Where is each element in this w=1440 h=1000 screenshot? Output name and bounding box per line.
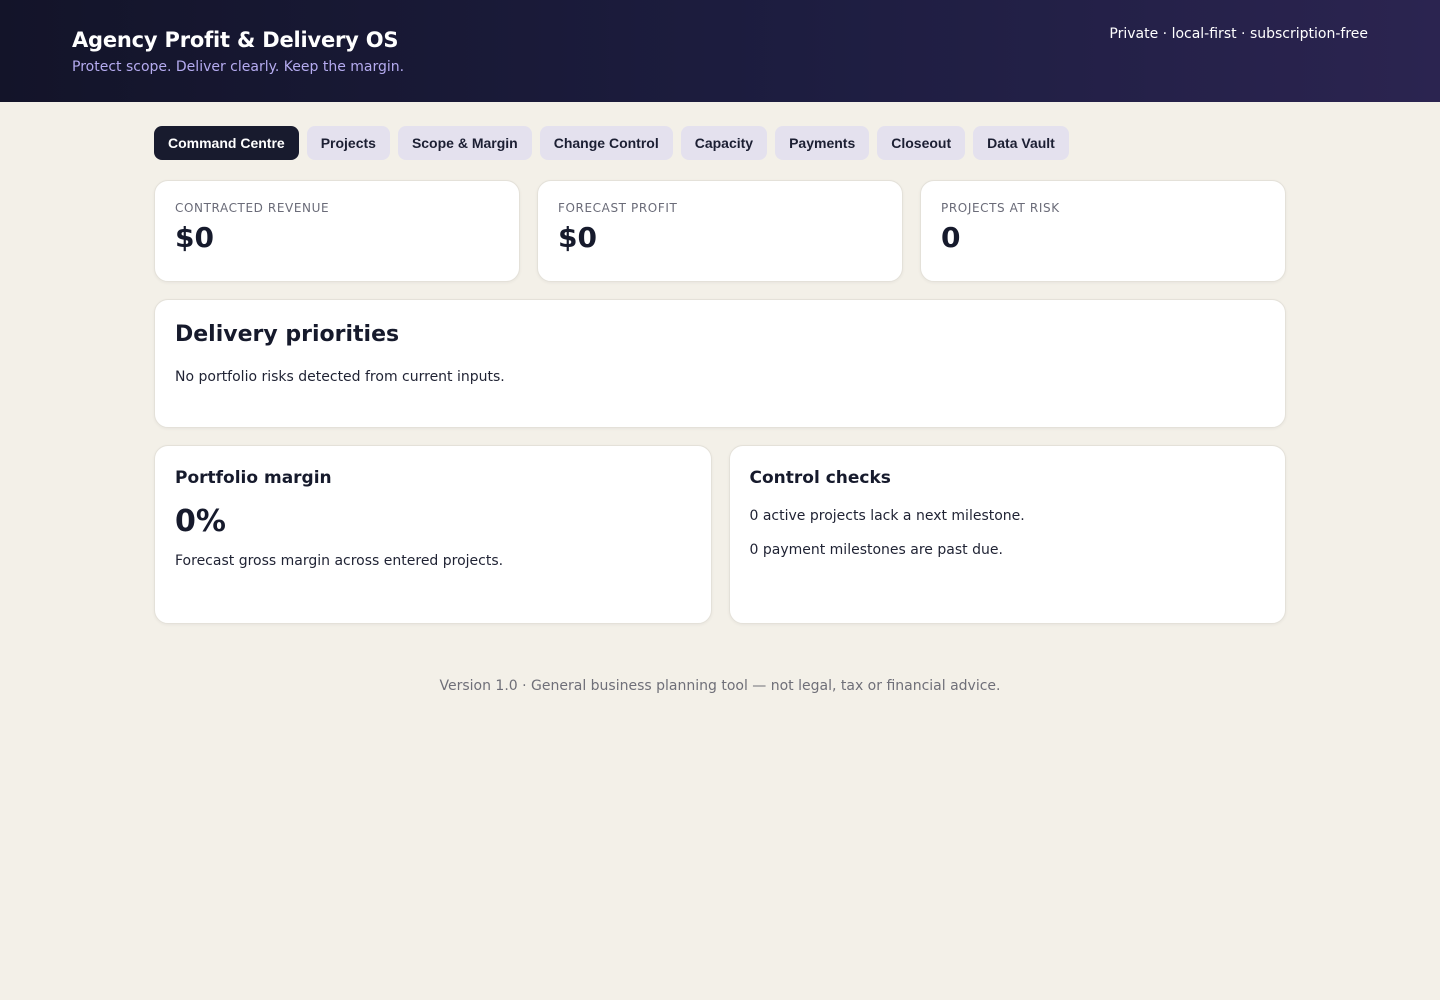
stat-cards: Contracted revenue $0 Forecast profit $0… xyxy=(154,180,1286,282)
tab-command-centre[interactable]: Command Centre xyxy=(154,126,299,160)
summary-row: Portfolio margin 0% Forecast gross margi… xyxy=(154,445,1286,624)
app-title: Agency Profit & Delivery OS xyxy=(72,28,399,52)
tab-payments[interactable]: Payments xyxy=(775,126,870,160)
stat-value: 0 xyxy=(941,221,961,254)
portfolio-margin-title: Portfolio margin xyxy=(175,468,332,488)
main-content: Command Centre Projects Scope & Margin C… xyxy=(154,102,1286,694)
stat-value: $0 xyxy=(558,221,597,254)
tab-data-vault[interactable]: Data Vault xyxy=(973,126,1069,160)
tab-capacity[interactable]: Capacity xyxy=(680,126,768,160)
control-checks-title: Control checks xyxy=(749,468,891,488)
control-check-item: 0 payment milestones are past due. xyxy=(749,542,1003,558)
footer-note: Version 1.0 · General business planning … xyxy=(439,678,1001,694)
app-header: Agency Profit & Delivery OS Protect scop… xyxy=(0,0,1440,102)
tab-change-control[interactable]: Change Control xyxy=(539,126,673,160)
control-check-item: 0 active projects lack a next milestone. xyxy=(749,508,1025,524)
portfolio-margin-value: 0% xyxy=(175,504,226,539)
tab-bar: Command Centre Projects Scope & Margin C… xyxy=(154,126,1286,160)
tab-scope-margin[interactable]: Scope & Margin xyxy=(397,126,532,160)
app-tagline: Private · local-first · subscription-fre… xyxy=(1109,26,1368,42)
tab-projects[interactable]: Projects xyxy=(306,126,390,160)
stat-label: Contracted revenue xyxy=(175,201,330,215)
delivery-priorities-card: Delivery priorities No portfolio risks d… xyxy=(154,299,1286,428)
stat-label: Projects at risk xyxy=(941,201,1060,215)
stat-card-forecast-profit: Forecast profit $0 xyxy=(537,180,903,282)
delivery-priorities-message: No portfolio risks detected from current… xyxy=(175,369,505,385)
stat-value: $0 xyxy=(175,221,214,254)
tab-closeout[interactable]: Closeout xyxy=(877,126,966,160)
portfolio-margin-description: Forecast gross margin across entered pro… xyxy=(175,553,504,569)
stat-card-contracted-revenue: Contracted revenue $0 xyxy=(154,180,520,282)
portfolio-margin-card: Portfolio margin 0% Forecast gross margi… xyxy=(154,445,712,624)
app-subtitle: Protect scope. Deliver clearly. Keep the… xyxy=(72,59,405,75)
delivery-priorities-title: Delivery priorities xyxy=(175,322,400,347)
control-checks-card: Control checks 0 active projects lack a … xyxy=(728,445,1286,624)
stat-card-projects-at-risk: Projects at risk 0 xyxy=(920,180,1286,282)
stat-label: Forecast profit xyxy=(558,201,678,215)
